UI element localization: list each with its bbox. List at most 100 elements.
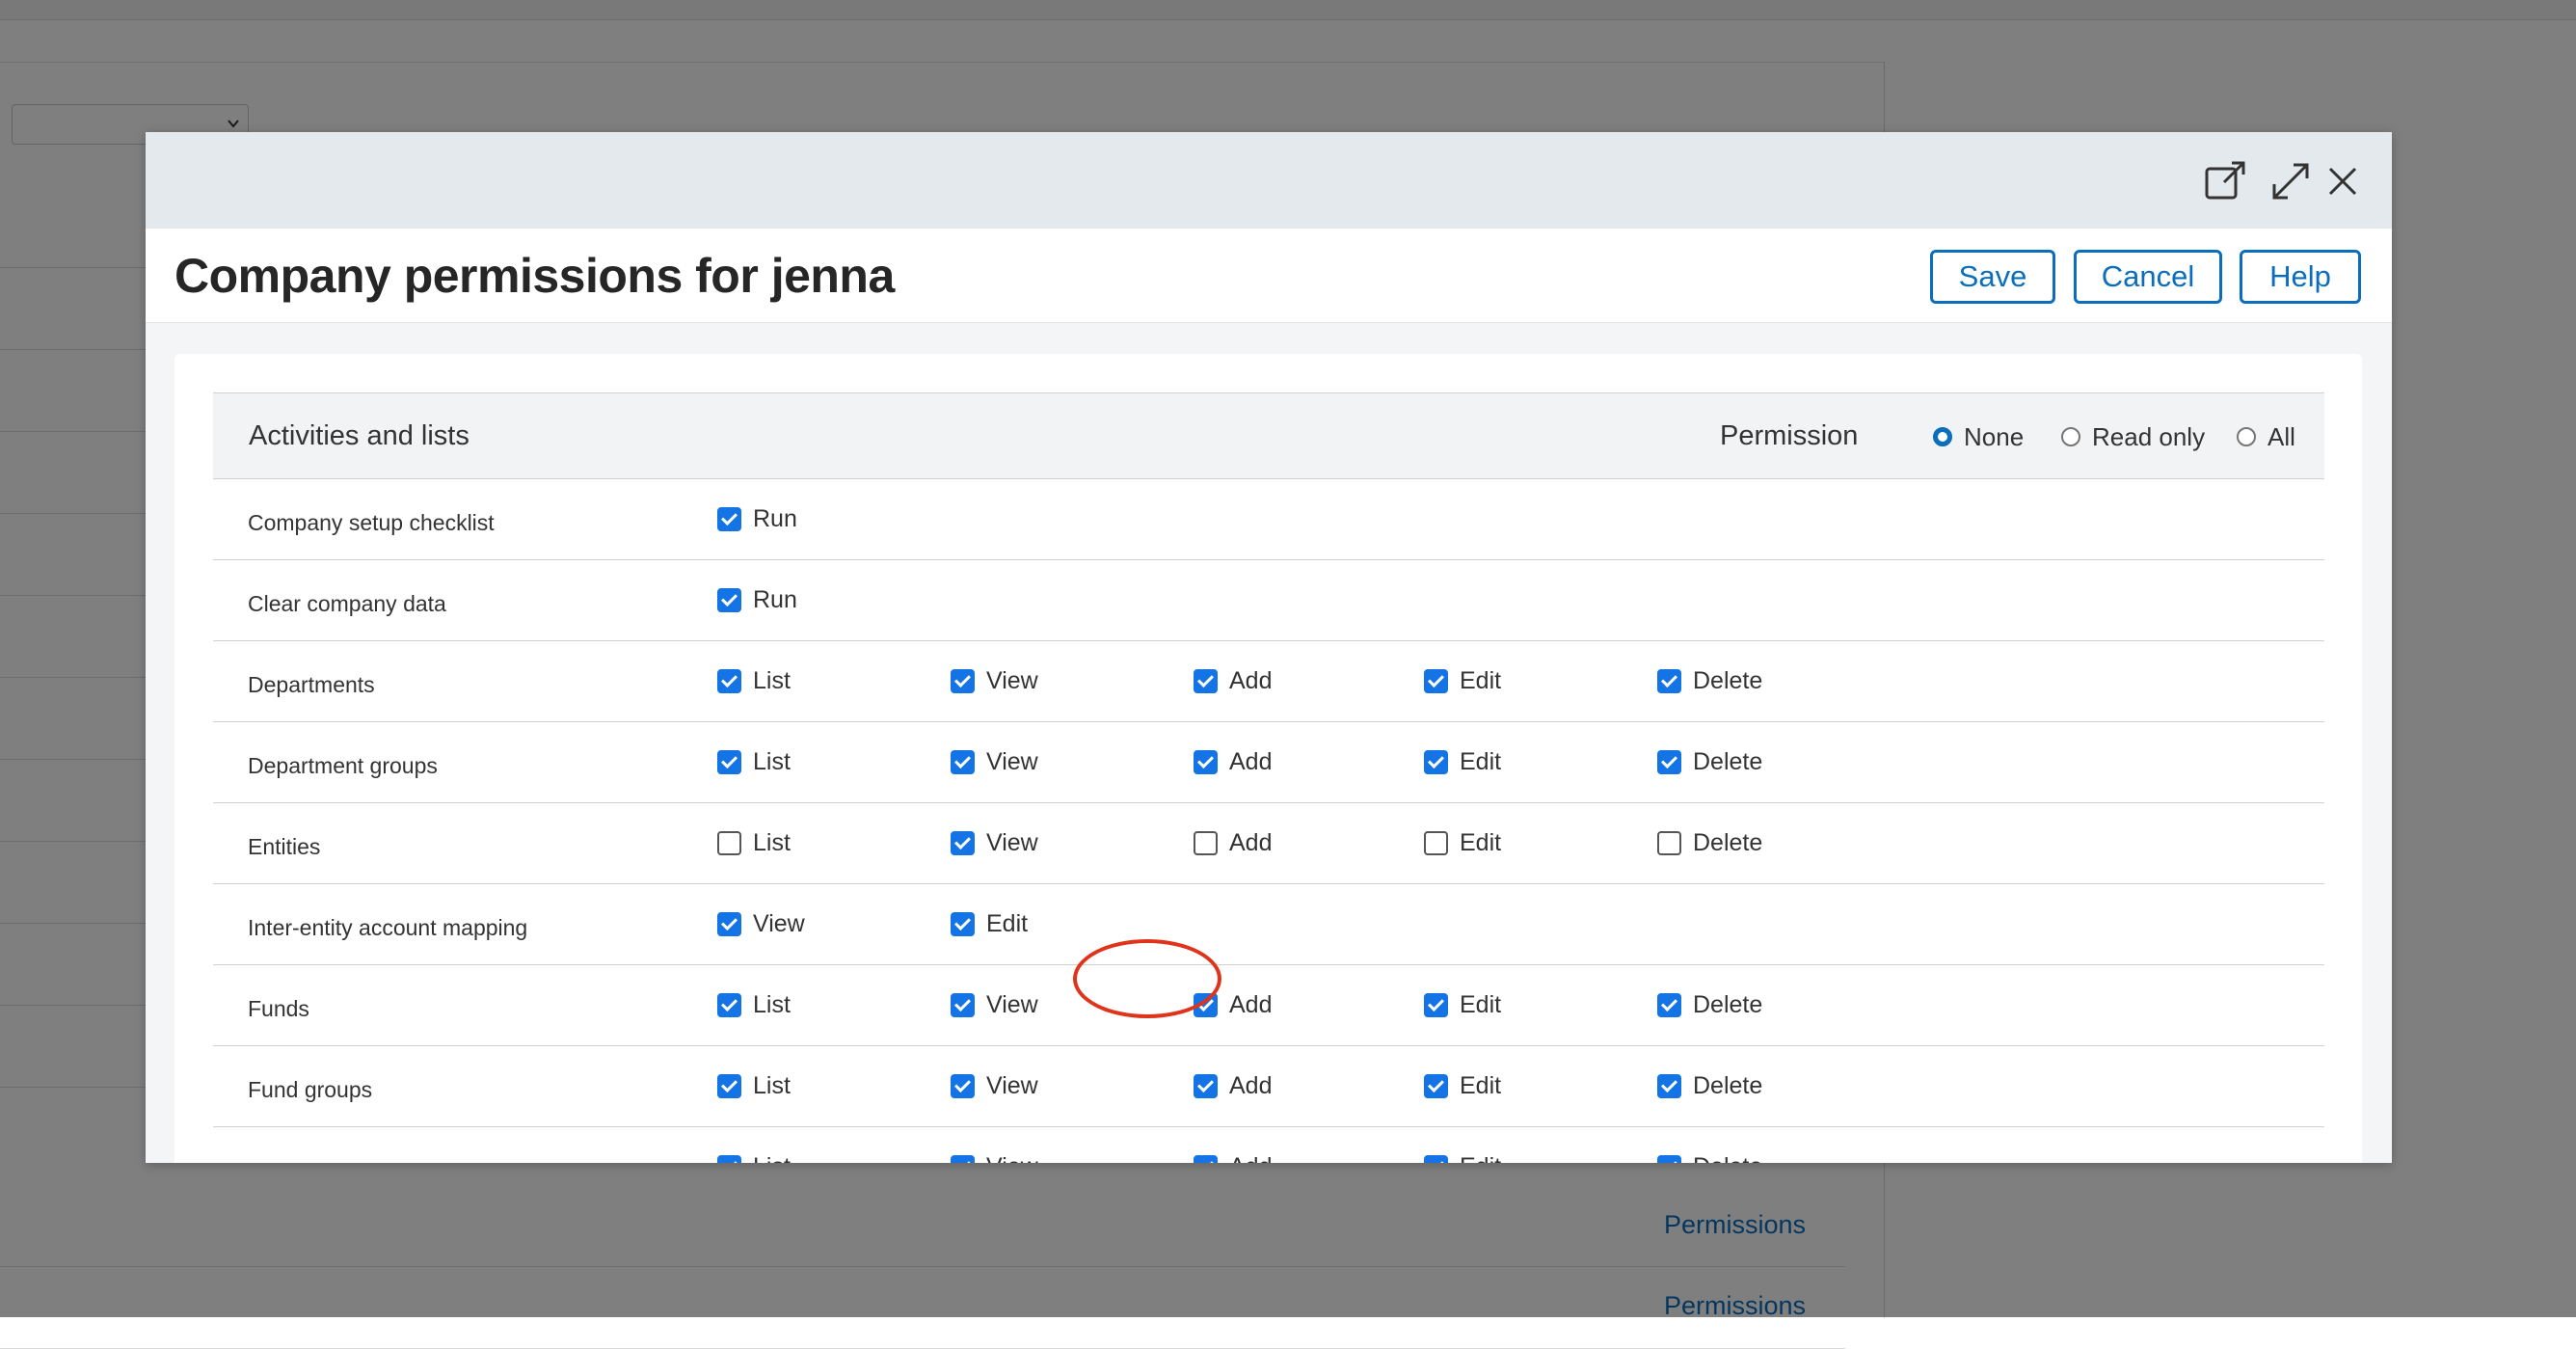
checkbox-checked[interactable] (717, 506, 741, 531)
checkbox-checked[interactable] (951, 749, 975, 774)
checkbox-checked[interactable] (951, 1154, 975, 1163)
table-row: List View Add Edit Delete (213, 1127, 2324, 1163)
permission-checkbox-add[interactable]: Add (1194, 828, 1272, 857)
permission-checkbox-list[interactable]: List (717, 747, 791, 776)
section-title: Activities and lists (249, 420, 470, 451)
permission-checkbox-delete[interactable]: Delete (1657, 747, 1762, 776)
checkbox-checked[interactable] (1424, 749, 1448, 774)
checkbox-checked[interactable] (1424, 1073, 1448, 1098)
radio-button[interactable] (2237, 427, 2256, 446)
permission-checkbox-list[interactable]: List (717, 1071, 791, 1100)
checkbox-label: List (753, 666, 791, 694)
checkbox-checked[interactable] (717, 749, 741, 774)
checkbox-checked[interactable] (717, 668, 741, 693)
checkbox-checked[interactable] (951, 668, 975, 693)
checkbox-checked[interactable] (717, 911, 741, 936)
checkbox-checked[interactable] (1657, 992, 1681, 1017)
permission-checkbox-delete[interactable]: Delete (1657, 828, 1762, 857)
radio-all[interactable]: All (2237, 422, 2295, 451)
checkbox-label: Delete (1693, 1071, 1763, 1099)
checkbox-label: View (986, 747, 1038, 775)
close-icon[interactable] (2321, 159, 2365, 203)
permission-checkbox-add[interactable]: Add (1194, 747, 1272, 776)
row-label: Entities (248, 834, 321, 859)
checkbox-checked[interactable] (1424, 668, 1448, 693)
permission-checkbox-edit[interactable]: Edit (1424, 990, 1501, 1019)
radio-read-only[interactable]: Read only (2061, 422, 2205, 451)
checkbox-unchecked[interactable] (1424, 830, 1448, 855)
permission-checkbox-view[interactable]: View (951, 666, 1038, 695)
permission-checkbox-list[interactable]: List (717, 666, 791, 695)
checkbox-checked[interactable] (1424, 1154, 1448, 1163)
checkbox-checked[interactable] (717, 587, 741, 612)
permission-checkbox-edit[interactable]: Edit (1424, 1071, 1501, 1100)
open-in-new-window-icon[interactable] (2203, 159, 2247, 203)
permission-checkbox-list[interactable]: List (717, 828, 791, 857)
checkbox-label: View (986, 990, 1038, 1018)
checkbox-checked[interactable] (951, 911, 975, 936)
checkbox-checked[interactable] (1657, 749, 1681, 774)
checkbox-checked[interactable] (1424, 992, 1448, 1017)
cancel-button[interactable]: Cancel (2074, 250, 2222, 304)
checkbox-label: View (986, 666, 1038, 694)
permission-checkbox-run[interactable]: Run (717, 585, 797, 614)
expand-icon[interactable] (2268, 159, 2313, 203)
checkbox-checked[interactable] (951, 1073, 975, 1098)
help-button[interactable]: Help (2240, 250, 2361, 304)
permission-checkbox-run[interactable]: Run (717, 504, 797, 533)
permission-checkbox-add[interactable]: Add (1194, 1152, 1272, 1163)
permission-checkbox-view[interactable]: View (951, 1071, 1038, 1100)
permission-checkbox-add[interactable]: Add (1194, 1071, 1272, 1100)
permission-checkbox-view[interactable]: View (951, 747, 1038, 776)
permission-checkbox-view[interactable]: View (951, 990, 1038, 1019)
permission-checkbox-delete[interactable]: Delete (1657, 1071, 1762, 1100)
checkbox-checked[interactable] (1194, 992, 1218, 1017)
checkbox-checked[interactable] (1194, 668, 1218, 693)
radio-button[interactable] (2061, 427, 2080, 446)
table-row: Fund groups List View Add Edit Delete (213, 1046, 2324, 1127)
section-header: Activities and lists Permission None Rea… (213, 392, 2324, 479)
checkbox-checked[interactable] (1194, 1154, 1218, 1163)
radio-label: All (2267, 421, 2295, 451)
permission-checkbox-list[interactable]: List (717, 1152, 791, 1163)
permission-checkbox-edit[interactable]: Edit (1424, 1152, 1501, 1163)
radio-label: Read only (2092, 421, 2206, 451)
permission-checkbox-list[interactable]: List (717, 990, 791, 1019)
modal-header (146, 132, 2392, 229)
checkbox-checked[interactable] (717, 992, 741, 1017)
permission-checkbox-edit[interactable]: Edit (1424, 828, 1501, 857)
checkbox-checked[interactable] (1194, 749, 1218, 774)
checkbox-checked[interactable] (717, 1154, 741, 1163)
permission-checkbox-add[interactable]: Add (1194, 990, 1272, 1019)
checkbox-checked[interactable] (1657, 1073, 1681, 1098)
table-row: Department groups List View Add Edit Delete (213, 722, 2324, 803)
checkbox-label: Delete (1693, 990, 1763, 1018)
checkbox-label: Add (1229, 828, 1273, 856)
permission-checkbox-delete[interactable]: Delete (1657, 990, 1762, 1019)
save-button[interactable]: Save (1930, 250, 2055, 304)
radio-button[interactable] (1933, 427, 1952, 446)
checkbox-checked[interactable] (717, 1073, 741, 1098)
permission-checkbox-edit[interactable]: Edit (1424, 666, 1501, 695)
checkbox-unchecked[interactable] (1194, 830, 1218, 855)
permission-checkbox-add[interactable]: Add (1194, 666, 1272, 695)
checkbox-checked[interactable] (951, 992, 975, 1017)
permission-checkbox-delete[interactable]: Delete (1657, 666, 1762, 695)
permission-checkbox-view[interactable]: View (951, 828, 1038, 857)
checkbox-unchecked[interactable] (1657, 830, 1681, 855)
checkbox-checked[interactable] (951, 830, 975, 855)
permission-checkbox-delete[interactable]: Delete (1657, 1152, 1762, 1163)
table-row: Departments List View Add Edit Delete (213, 641, 2324, 722)
checkbox-label: List (753, 747, 791, 775)
permission-checkbox-view[interactable]: View (717, 909, 805, 938)
checkbox-checked[interactable] (1657, 668, 1681, 693)
permission-checkbox-edit[interactable]: Edit (1424, 747, 1501, 776)
checkbox-unchecked[interactable] (717, 830, 741, 855)
checkbox-label: Edit (986, 909, 1029, 937)
radio-none[interactable]: None (1933, 422, 2024, 451)
checkbox-checked[interactable] (1657, 1154, 1681, 1163)
permission-checkbox-view[interactable]: View (951, 1152, 1038, 1163)
checkbox-label: Delete (1693, 747, 1763, 775)
checkbox-checked[interactable] (1194, 1073, 1218, 1098)
permission-checkbox-edit[interactable]: Edit (951, 909, 1028, 938)
